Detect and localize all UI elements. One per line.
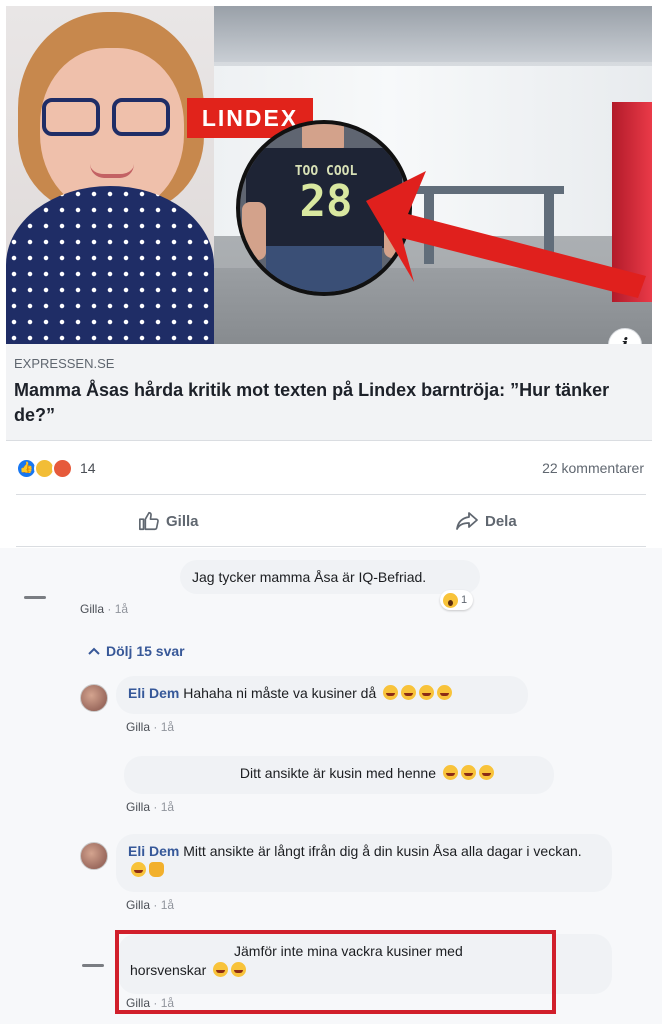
- laughing-emoji-icon: [401, 685, 417, 700]
- comment-bubble: Jag tycker mamma Åsa är IQ-Befriad.: [180, 560, 480, 594]
- reply-bubble: Eli Dem Mitt ansikte är långt ifrån dig …: [116, 834, 612, 892]
- link-headline[interactable]: Mamma Åsas hårda kritik mot texten på Li…: [14, 378, 634, 428]
- thumbs-up-icon: [139, 511, 159, 531]
- hide-replies-toggle[interactable]: Dölj 15 svar: [88, 643, 185, 659]
- avatar[interactable]: [82, 964, 104, 967]
- reply-time[interactable]: 1å: [161, 800, 174, 814]
- comment-text: Jag tycker mamma Åsa är IQ-Befriad.: [192, 569, 427, 585]
- angry-icon: [52, 457, 73, 479]
- avatar[interactable]: [80, 684, 108, 712]
- share-button[interactable]: Dela: [455, 510, 517, 532]
- reply-time[interactable]: 1å: [161, 720, 174, 734]
- reply-time[interactable]: 1å: [161, 898, 174, 912]
- laughing-emoji-icon: [460, 765, 476, 780]
- red-highlight-box: [115, 930, 556, 1014]
- comment-meta: Gilla · 1å: [80, 602, 129, 616]
- like-button[interactable]: Gilla: [138, 510, 199, 532]
- chevron-up-icon: [88, 647, 100, 655]
- reply-meta: Gilla · 1å: [126, 800, 175, 814]
- reaction-count: 14: [80, 460, 96, 476]
- article-image[interactable]: LINDEX TOO COOL 28: [6, 6, 652, 344]
- link-preview-meta[interactable]: EXPRESSEN.SE Mamma Åsas hårda kritik mot…: [6, 344, 652, 441]
- laughing-emoji-icon: [437, 685, 453, 700]
- thumbs-up-emoji-icon: [149, 862, 164, 877]
- laughing-emoji-icon: [442, 765, 458, 780]
- reply-like-link[interactable]: Gilla: [126, 720, 150, 734]
- replies-toggle-label: Dölj 15 svar: [106, 643, 185, 659]
- divider: [16, 494, 646, 495]
- laughing-emoji-icon: [383, 685, 399, 700]
- laughing-emoji-icon: [131, 862, 146, 877]
- comment-reaction-count: 1: [461, 594, 468, 606]
- reply-text: Mitt ansikte är långt ifrån dig å din ku…: [183, 843, 582, 859]
- reply-like-link[interactable]: Gilla: [126, 800, 150, 814]
- reply-author[interactable]: Eli Dem: [128, 843, 179, 859]
- comment-reaction-badge[interactable]: 1: [440, 590, 474, 610]
- reply-text: Hahaha ni måste va kusiner då: [183, 685, 377, 701]
- reply-meta: Gilla · 1å: [126, 720, 175, 734]
- reply-text: Ditt ansikte är kusin med henne: [239, 765, 436, 781]
- reply-author[interactable]: Eli Dem: [128, 685, 179, 701]
- share-arrow-icon: [456, 512, 478, 530]
- divider: [16, 546, 646, 547]
- red-arrow-icon: [366, 171, 646, 298]
- reaction-summary[interactable]: 👍 14: [16, 456, 96, 480]
- red-arrow-overlay: [366, 171, 646, 298]
- reply-meta: Gilla · 1å: [126, 898, 175, 912]
- reply-bubble: Ditt ansikte är kusin med henne: [124, 756, 554, 794]
- like-label: Gilla: [166, 512, 199, 530]
- comment-like-link[interactable]: Gilla: [80, 602, 104, 616]
- link-source: EXPRESSEN.SE: [14, 356, 115, 371]
- reply-like-link[interactable]: Gilla: [126, 898, 150, 912]
- comment-time[interactable]: 1å: [115, 602, 128, 616]
- avatar[interactable]: [80, 842, 108, 870]
- share-label: Dela: [485, 512, 517, 530]
- laughing-emoji-icon: [478, 765, 494, 780]
- laughing-emoji-icon: [419, 685, 435, 700]
- comments-count-link[interactable]: 22 kommentarer: [542, 460, 644, 476]
- wow-icon: [443, 592, 458, 608]
- reply-bubble: Eli Dem Hahaha ni måste va kusiner då: [116, 676, 528, 714]
- avatar[interactable]: [24, 596, 46, 599]
